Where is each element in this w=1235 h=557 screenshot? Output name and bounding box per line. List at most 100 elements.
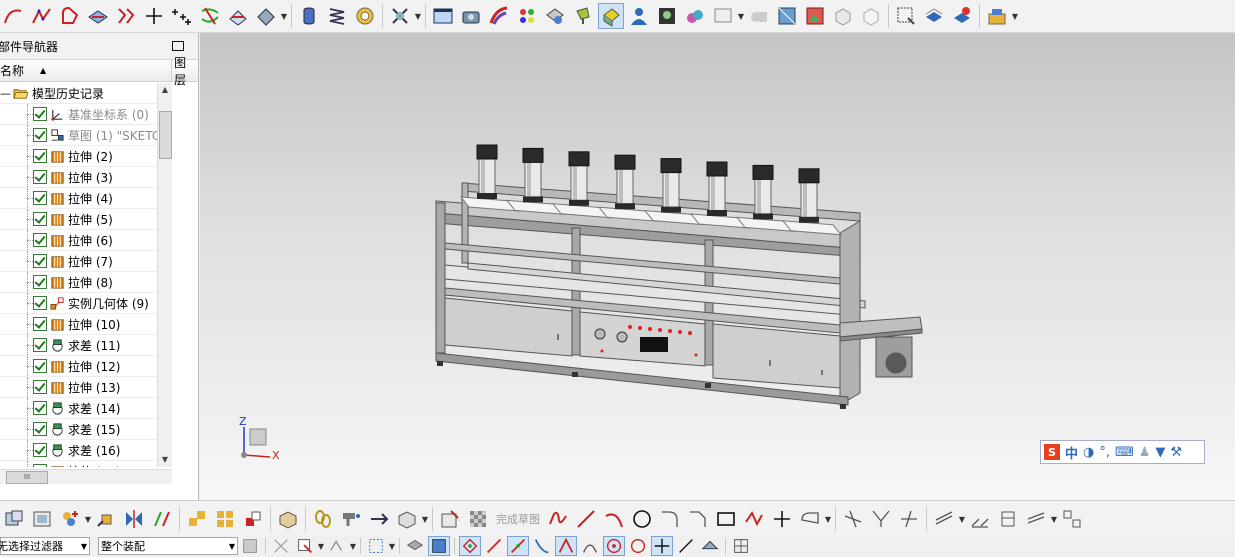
rectangle-select-icon[interactable] xyxy=(366,537,386,555)
snap-existing-point-icon[interactable] xyxy=(651,536,673,556)
sketch-settings-icon[interactable] xyxy=(1060,507,1084,531)
sketch-icon[interactable] xyxy=(438,507,462,531)
fillet-icon[interactable] xyxy=(658,507,682,531)
snap-point-on-curve-icon[interactable] xyxy=(676,537,696,555)
wave-linker-icon[interactable] xyxy=(276,507,300,531)
sogou-logo-icon[interactable]: S xyxy=(1044,444,1060,460)
extract-curve-icon[interactable] xyxy=(254,4,278,28)
user-icon[interactable] xyxy=(627,4,651,28)
face-select-icon[interactable] xyxy=(428,536,450,556)
assembly-cut-icon[interactable] xyxy=(241,507,265,531)
offset-curve-icon[interactable] xyxy=(114,4,138,28)
keyboard-icon[interactable]: ⌨ xyxy=(1115,445,1134,460)
column-name-header[interactable]: 名称 ▲ xyxy=(0,60,173,81)
type-filter-select[interactable]: 无选择过滤器 ▼ xyxy=(0,537,90,555)
snap-curve-icon[interactable] xyxy=(532,537,552,555)
spring-icon[interactable] xyxy=(325,4,349,28)
snap-endpoint-icon[interactable] xyxy=(459,536,481,556)
window-icon[interactable] xyxy=(711,4,735,28)
visibility-checkbox[interactable] xyxy=(33,443,47,457)
collapse-icon[interactable]: — xyxy=(0,87,11,100)
quick-extend-icon[interactable] xyxy=(869,507,893,531)
visibility-checkbox[interactable] xyxy=(33,191,47,205)
tree-item[interactable]: 拉伸 (6) xyxy=(0,230,172,251)
fillet-curve-icon[interactable] xyxy=(58,4,82,28)
tree-item[interactable]: 拉伸 (8) xyxy=(0,272,172,293)
hscrollbar-thumb[interactable]: III xyxy=(6,471,48,484)
make-corner-icon[interactable] xyxy=(897,507,921,531)
visibility-checkbox[interactable] xyxy=(33,296,47,310)
dropdown-arrow-icon[interactable]: ▼ xyxy=(349,537,357,555)
dropdown-arrow-icon[interactable]: ▼ xyxy=(421,507,429,531)
selection-scope-select[interactable]: 整个装配 ▼ xyxy=(98,537,238,555)
fit-view-icon[interactable] xyxy=(894,4,918,28)
visibility-checkbox[interactable] xyxy=(33,359,47,373)
graphics-window[interactable]: Z X xyxy=(200,33,1235,500)
visibility-checkbox[interactable] xyxy=(33,317,47,331)
reference-set-icon[interactable] xyxy=(395,507,419,531)
navigator-horizontal-scrollbar[interactable]: III xyxy=(0,469,172,484)
tree-item[interactable]: 求差 (11) xyxy=(0,335,172,356)
shirt-icon[interactable]: ▼ xyxy=(1155,445,1165,460)
visibility-checkbox[interactable] xyxy=(33,464,47,467)
chain-link-icon[interactable] xyxy=(311,507,335,531)
profile-icon[interactable] xyxy=(546,507,570,531)
visibility-checkbox[interactable] xyxy=(33,422,47,436)
snap-point-on-surface-icon[interactable] xyxy=(700,537,720,555)
image-icon[interactable] xyxy=(803,4,827,28)
rectangle-icon[interactable] xyxy=(714,507,738,531)
visibility-checkbox[interactable] xyxy=(33,128,47,142)
grid-icon[interactable] xyxy=(731,537,751,555)
visibility-checkbox[interactable] xyxy=(33,401,47,415)
snap-midpoint-icon[interactable] xyxy=(507,536,529,556)
visibility-checkbox[interactable] xyxy=(33,107,47,121)
snap-line-icon[interactable] xyxy=(484,537,504,555)
gray-body-icon[interactable] xyxy=(747,4,771,28)
tree-item[interactable]: 拉伸 (12) xyxy=(0,356,172,377)
person-icon[interactable]: ♟ xyxy=(1139,445,1151,460)
intersection-curve-icon[interactable] xyxy=(198,4,222,28)
wrench-icon[interactable]: ⚒ xyxy=(1170,445,1182,460)
visibility-checkbox[interactable] xyxy=(33,338,47,352)
arc-icon[interactable] xyxy=(2,4,26,28)
snap-center-icon[interactable] xyxy=(603,536,625,556)
finish-sketch-icon[interactable] xyxy=(466,507,490,531)
multi-select-icon[interactable] xyxy=(327,537,347,555)
tree-item[interactable]: 求差 (16) xyxy=(0,440,172,461)
move-to-layer-icon[interactable] xyxy=(950,4,974,28)
wireframe-cube-icon[interactable] xyxy=(831,4,855,28)
tree-item[interactable]: 基准坐标系 (0) xyxy=(0,104,172,125)
dropdown-arrow-icon[interactable]: ▼ xyxy=(414,4,422,28)
materials-icon[interactable] xyxy=(683,4,707,28)
moon-icon[interactable]: ◑ xyxy=(1083,445,1094,460)
edit-object-display-icon[interactable] xyxy=(543,4,567,28)
tree-item[interactable]: 求差 (14) xyxy=(0,398,172,419)
visibility-checkbox[interactable] xyxy=(33,275,47,289)
mirror-assembly-icon[interactable] xyxy=(122,507,146,531)
new-component-icon[interactable] xyxy=(58,507,82,531)
dropdown-arrow-icon[interactable]: ▼ xyxy=(958,507,966,531)
add-component-icon[interactable] xyxy=(30,507,54,531)
color-palette-icon[interactable] xyxy=(515,4,539,28)
derived-line-icon[interactable] xyxy=(1024,507,1048,531)
body-select-icon[interactable] xyxy=(405,537,425,555)
hidden-edges-icon[interactable] xyxy=(859,4,883,28)
exploded-view-icon[interactable] xyxy=(185,507,209,531)
visibility-checkbox[interactable] xyxy=(33,212,47,226)
tree-item[interactable]: 拉伸 (7) xyxy=(0,251,172,272)
wave-geometry-icon[interactable] xyxy=(367,507,391,531)
view-icon[interactable] xyxy=(431,4,455,28)
spray-gun-icon[interactable] xyxy=(339,507,363,531)
tree-item[interactable]: 拉伸 (17) xyxy=(0,461,172,467)
tree-item[interactable]: 拉伸 (3) xyxy=(0,167,172,188)
tree-item[interactable]: 草图 (1) "SKETC... xyxy=(0,125,172,146)
visibility-checkbox[interactable] xyxy=(33,233,47,247)
dropdown-arrow-icon[interactable]: ▼ xyxy=(824,507,832,531)
highlight-object-icon[interactable] xyxy=(598,3,624,29)
tree-item[interactable]: 拉伸 (4) xyxy=(0,188,172,209)
constraint-icon[interactable] xyxy=(150,507,174,531)
project-curve-icon[interactable] xyxy=(86,4,110,28)
finish-sketch-button[interactable]: 完成草图 xyxy=(496,511,540,527)
quick-trim-icon[interactable] xyxy=(841,507,865,531)
point-icon[interactable] xyxy=(142,4,166,28)
